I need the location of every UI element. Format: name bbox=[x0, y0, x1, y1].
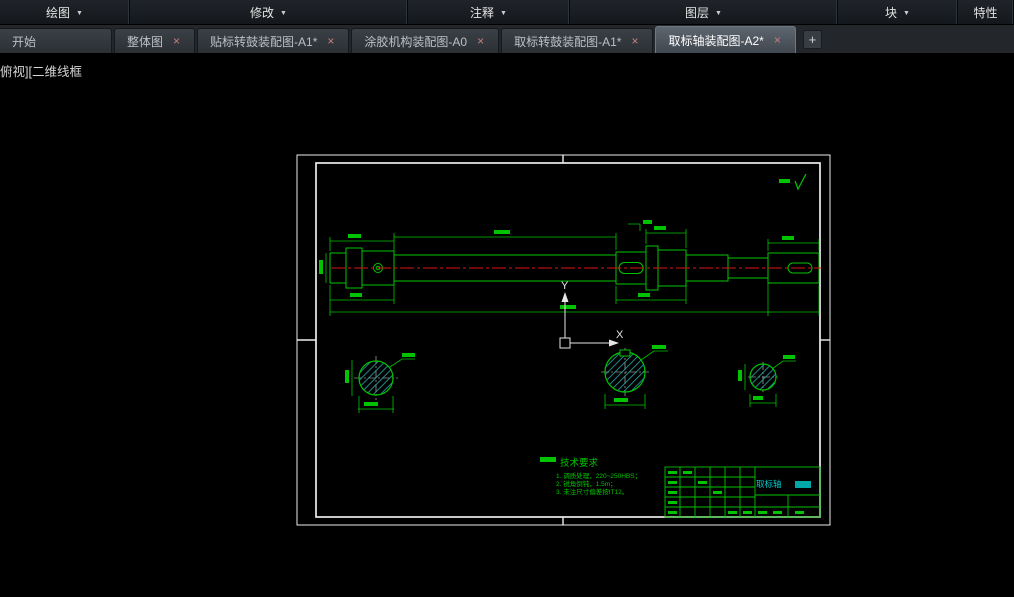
dimension-text-blob bbox=[638, 293, 650, 297]
dimension-text-blob bbox=[614, 398, 628, 402]
tab-label-taking-shaft-assembly-a2[interactable]: 取标轴装配图-A2* × bbox=[655, 26, 796, 53]
new-tab-button[interactable]: + bbox=[802, 30, 822, 49]
menu-draw[interactable]: 绘图 ▼ bbox=[0, 0, 130, 24]
menu-annotate-label: 注释 bbox=[470, 5, 495, 20]
tab-close-icon[interactable]: × bbox=[772, 34, 783, 46]
plus-icon: + bbox=[808, 32, 817, 47]
title-block-text-blob bbox=[795, 481, 811, 488]
ucs-x-label: X bbox=[616, 329, 624, 341]
dimension-text-blob bbox=[350, 293, 362, 297]
dimension-text-blob bbox=[494, 230, 510, 234]
chevron-down-icon: ▼ bbox=[76, 9, 83, 17]
dimension-text-blob bbox=[345, 370, 349, 383]
chevron-down-icon: ▼ bbox=[903, 9, 910, 17]
ucs-y-label: Y bbox=[561, 280, 569, 292]
menu-block-label: 块 bbox=[885, 5, 898, 20]
tab-close-icon[interactable]: × bbox=[629, 35, 640, 47]
dimension-text-blob bbox=[782, 236, 794, 240]
dimension-text-blob bbox=[783, 355, 795, 359]
dimension-text-blob bbox=[738, 370, 742, 381]
menu-annotate[interactable]: 注释 ▼ bbox=[408, 0, 570, 24]
menu-modify-label: 修改 bbox=[250, 5, 275, 20]
drawing-tab-bar: 开始 整体图 × 贴标转鼓装配图-A1* × 涂胶机构装配图-A0 × 取标转鼓… bbox=[0, 25, 1014, 53]
ucs-y-arrow bbox=[561, 292, 569, 302]
tab-label: 贴标转鼓装配图-A1* bbox=[210, 34, 318, 49]
tab-label: 开始 bbox=[12, 34, 37, 49]
sheet-frame[interactable] bbox=[296, 154, 831, 526]
dimension-text-blob bbox=[652, 345, 666, 349]
dimension-text-blob bbox=[402, 353, 415, 357]
tab-label: 涂胶机构装配图-A0 bbox=[364, 34, 468, 49]
drawing-canvas[interactable]: 俯视][二维线框 Y X 技术要求 1. 调质处理，220~250HBS； 2.… bbox=[0, 53, 1014, 597]
tab-close-icon[interactable]: × bbox=[475, 35, 486, 47]
chevron-down-icon: ▼ bbox=[500, 9, 507, 17]
dimension-text-blob bbox=[560, 305, 576, 309]
section-views[interactable] bbox=[345, 345, 796, 413]
cad-drawing-svg: Y X 技术要求 1. 调质处理，220~250HBS； 2. 锐角倒钝，1.5… bbox=[296, 154, 831, 526]
dimension-text-blob bbox=[319, 260, 323, 274]
section-view-middle[interactable] bbox=[601, 345, 668, 409]
tab-label: 取标转鼓装配图-A1* bbox=[514, 34, 622, 49]
chevron-down-icon: ▼ bbox=[715, 9, 722, 17]
cad-app-window: 绘图 ▼ 修改 ▼ 注释 ▼ 图层 ▼ 块 ▼ 特性 开始 整体图 × 贴标转鼓… bbox=[0, 0, 1014, 597]
section-view-left[interactable] bbox=[345, 353, 415, 413]
tab-overall-drawing[interactable]: 整体图 × bbox=[114, 28, 196, 53]
section-view-right[interactable] bbox=[738, 355, 796, 407]
menu-block[interactable]: 块 ▼ bbox=[838, 0, 958, 24]
title-block[interactable]: 取标轴 bbox=[664, 466, 821, 518]
tab-label: 整体图 bbox=[127, 34, 164, 49]
surface-roughness-symbol[interactable] bbox=[779, 173, 807, 191]
tech-requirement-item: 1. 调质处理，220~250HBS； bbox=[556, 471, 641, 480]
tech-requirements-title: 技术要求 bbox=[560, 457, 599, 469]
ribbon-menu-bar: 绘图 ▼ 修改 ▼ 注释 ▼ 图层 ▼ 块 ▼ 特性 bbox=[0, 0, 1014, 25]
tech-requirement-item: 2. 锐角倒钝，1.5m； bbox=[556, 479, 617, 488]
menu-properties-label: 特性 bbox=[973, 5, 998, 20]
tab-label: 取标轴装配图-A2* bbox=[668, 33, 764, 48]
menu-modify[interactable]: 修改 ▼ bbox=[130, 0, 408, 24]
title-block-small-text bbox=[668, 471, 804, 514]
tab-close-icon[interactable]: × bbox=[171, 35, 182, 47]
tab-labeling-drum-assembly-a1[interactable]: 贴标转鼓装配图-A1* × bbox=[197, 28, 350, 53]
dimension-text-blob bbox=[643, 220, 652, 224]
tab-close-icon[interactable]: × bbox=[325, 35, 336, 47]
title-block-part-name: 取标轴 bbox=[756, 479, 782, 489]
menu-layers[interactable]: 图层 ▼ bbox=[570, 0, 838, 24]
tech-requirement-item: 3. 未注尺寸偏差按IT12。 bbox=[556, 487, 628, 496]
dimension-text-blob bbox=[779, 179, 790, 183]
dimension-text-blob bbox=[654, 226, 666, 230]
dimension-text-blob bbox=[364, 402, 378, 406]
ucs-icon: Y X bbox=[559, 280, 624, 349]
tab-start[interactable]: 开始 bbox=[0, 28, 112, 53]
menu-draw-label: 绘图 bbox=[46, 5, 71, 20]
keyway-notch bbox=[619, 349, 631, 357]
tech-requirements[interactable]: 技术要求 1. 调质处理，220~250HBS； 2. 锐角倒钝，1.5m； 3… bbox=[540, 457, 641, 496]
tab-gluing-mechanism-assembly-a0[interactable]: 涂胶机构装配图-A0 × bbox=[351, 28, 500, 53]
dimension-text-blob bbox=[348, 234, 361, 238]
chevron-down-icon: ▼ bbox=[280, 9, 287, 17]
legend-swatch bbox=[540, 457, 556, 462]
tab-label-taking-drum-assembly-a1[interactable]: 取标转鼓装配图-A1* × bbox=[501, 28, 654, 53]
menu-layers-label: 图层 bbox=[685, 5, 710, 20]
dimension-text-blob bbox=[753, 396, 763, 400]
menu-properties[interactable]: 特性 bbox=[958, 0, 1014, 24]
